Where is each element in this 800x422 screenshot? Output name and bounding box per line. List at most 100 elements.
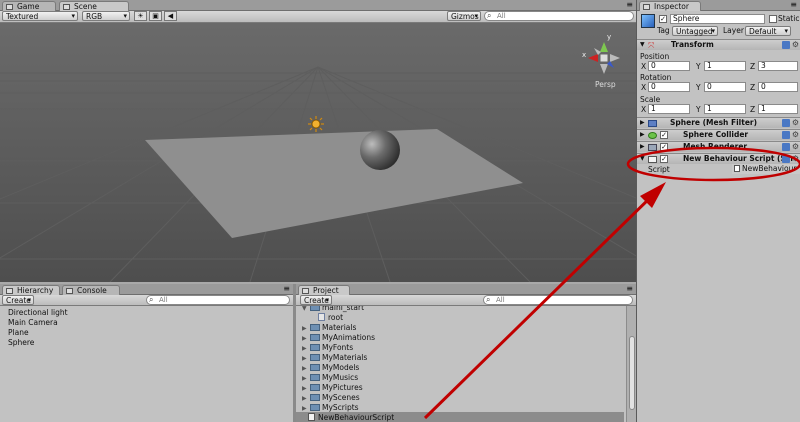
hierarchy-tab-bar: Hierarchy Console ≡ xyxy=(0,284,293,295)
static-label: Static xyxy=(778,14,800,23)
project-list: ▼ maini_start root ▶ Materials ▶ MyAnimatio… xyxy=(296,306,636,422)
gear-icon[interactable]: ⚙ xyxy=(792,118,799,128)
gear-icon[interactable]: ⚙ xyxy=(792,142,799,152)
project-scrollbar[interactable] xyxy=(626,306,636,422)
list-item[interactable]: Main Camera xyxy=(8,318,58,327)
scene-viewport[interactable]: y x Persp xyxy=(0,23,636,282)
gear-icon[interactable]: ⚙ xyxy=(792,130,799,140)
list-item[interactable]: Plane xyxy=(8,328,29,337)
scale-label: Scale xyxy=(640,95,661,104)
axis-x-label: X xyxy=(641,62,647,71)
audio-toggle[interactable]: ◀ xyxy=(164,11,177,21)
folder-icon xyxy=(310,374,320,381)
gizmo-x-label: x xyxy=(582,51,587,59)
scene-toolbar: Textured RGB ☀ ▣ ◀ Gizmos All xyxy=(0,11,636,23)
axis-z-label: Z xyxy=(750,62,756,71)
help-icon[interactable] xyxy=(782,119,790,127)
folder-icon xyxy=(310,354,320,361)
list-item[interactable]: ▶ MyAnimations xyxy=(302,333,375,343)
panel-menu-icon[interactable]: ≡ xyxy=(283,284,290,293)
panel-menu-icon[interactable]: ≡ xyxy=(790,0,797,9)
lighting-toggle[interactable]: ☀ xyxy=(134,11,147,21)
help-icon[interactable] xyxy=(782,143,790,151)
axis-z-label: Z xyxy=(750,83,756,92)
enabled-checkbox[interactable]: ✓ xyxy=(660,131,668,139)
projection-label[interactable]: Persp xyxy=(595,80,616,89)
mesh-filter-component[interactable]: ▶ Sphere (Mesh Filter) ⚙ xyxy=(637,117,800,128)
list-item[interactable]: ▶ MyModels xyxy=(302,363,359,373)
axis-x-label: X xyxy=(641,83,647,92)
mesh-filter-icon xyxy=(648,120,657,127)
folder-icon xyxy=(310,324,320,331)
layer-dropdown[interactable]: Default xyxy=(745,26,791,36)
sphere-collider-component[interactable]: ▶ ✓ Sphere Collider ⚙ xyxy=(637,129,800,140)
expand-arrow-icon[interactable]: ▶ xyxy=(640,130,645,140)
list-item[interactable]: ▶ MyPictures xyxy=(302,383,363,393)
help-icon[interactable] xyxy=(782,131,790,139)
tab-game[interactable]: Game xyxy=(2,1,56,11)
tab-console[interactable]: Console xyxy=(62,285,120,295)
scale-y-field[interactable]: 1 xyxy=(704,104,746,114)
project-tab-bar: Project ≡ xyxy=(296,284,636,295)
gizmos-dropdown[interactable]: Gizmos xyxy=(447,11,481,21)
list-item[interactable]: ▶ MyFonts xyxy=(302,343,353,353)
tab-hierarchy[interactable]: Hierarchy xyxy=(2,285,60,295)
tab-project[interactable]: Project xyxy=(298,285,350,295)
hierarchy-toolbar: Create All xyxy=(0,295,293,306)
tag-label: Tag xyxy=(657,26,670,35)
list-item[interactable]: NewBehaviourScript xyxy=(308,413,394,422)
list-item[interactable]: ▶ MyMaterials xyxy=(302,353,367,363)
project-icon xyxy=(302,288,309,294)
gear-icon[interactable]: ⚙ xyxy=(792,154,799,164)
panel-menu-icon[interactable]: ≡ xyxy=(626,284,633,293)
color-mode-dropdown[interactable]: RGB xyxy=(82,11,130,21)
list-item[interactable]: root xyxy=(318,313,343,322)
rotation-x-field[interactable]: 0 xyxy=(648,82,690,92)
tab-inspector[interactable]: Inspector xyxy=(639,1,701,11)
tab-scene[interactable]: Scene xyxy=(59,1,129,11)
collapse-arrow-icon[interactable]: ▼ xyxy=(640,154,645,164)
list-item[interactable]: ▶ Materials xyxy=(302,323,356,333)
project-search-input[interactable]: All xyxy=(483,295,633,305)
expand-arrow-icon[interactable]: ▼ xyxy=(640,41,645,48)
hierarchy-create-button[interactable]: Create xyxy=(2,295,34,305)
gear-icon[interactable]: ⚙ xyxy=(792,40,799,49)
scale-x-field[interactable]: 1 xyxy=(648,104,690,114)
list-item[interactable]: Directional light xyxy=(8,308,68,317)
rotation-z-field[interactable]: 0 xyxy=(758,82,798,92)
position-z-field[interactable]: 3 xyxy=(758,61,798,71)
scale-z-field[interactable]: 1 xyxy=(758,104,798,114)
folder-icon xyxy=(310,364,320,371)
script-field[interactable]: NewBehaviour xyxy=(732,164,800,174)
script-component[interactable]: ▼ ✓ New Behaviour Script (Scr ⚙ xyxy=(637,153,800,164)
rotation-y-field[interactable]: 0 xyxy=(704,82,746,92)
position-x-field[interactable]: 0 xyxy=(648,61,690,71)
layer-label: Layer xyxy=(723,26,744,35)
panel-menu-icon[interactable]: ≡ xyxy=(626,0,633,9)
active-checkbox[interactable]: ✓ xyxy=(659,15,667,23)
expand-arrow-icon[interactable]: ▶ xyxy=(640,118,645,128)
expand-arrow-icon[interactable]: ▶ xyxy=(640,142,645,152)
transform-header[interactable]: ▼ ⤧ Transform ⚙ xyxy=(637,39,800,50)
mesh-renderer-component[interactable]: ▶ ✓ Mesh Renderer ⚙ xyxy=(637,141,800,152)
image-toggle[interactable]: ▣ xyxy=(149,11,162,21)
position-y-field[interactable]: 1 xyxy=(704,61,746,71)
render-mode-dropdown[interactable]: Textured xyxy=(2,11,78,21)
list-item[interactable]: ▶ MyMusics xyxy=(302,373,358,383)
list-item[interactable]: ▶ MyScenes xyxy=(302,393,360,403)
help-icon[interactable] xyxy=(782,41,790,49)
enabled-checkbox[interactable]: ✓ xyxy=(660,155,668,163)
static-checkbox[interactable] xyxy=(769,15,777,23)
enabled-checkbox[interactable]: ✓ xyxy=(660,143,668,151)
list-item[interactable]: Sphere xyxy=(8,338,34,347)
project-toolbar: Create All xyxy=(296,295,636,306)
list-item[interactable]: ▼ maini_start xyxy=(302,306,364,313)
scrollbar-thumb[interactable] xyxy=(629,336,635,410)
folder-icon xyxy=(310,306,320,311)
scene-search-input[interactable]: All xyxy=(484,11,634,21)
project-create-button[interactable]: Create xyxy=(300,295,332,305)
help-icon[interactable] xyxy=(782,155,790,163)
object-name-field[interactable]: Sphere xyxy=(670,14,765,24)
tag-dropdown[interactable]: Untagged xyxy=(672,26,718,36)
hierarchy-search-input[interactable]: All xyxy=(146,295,290,305)
